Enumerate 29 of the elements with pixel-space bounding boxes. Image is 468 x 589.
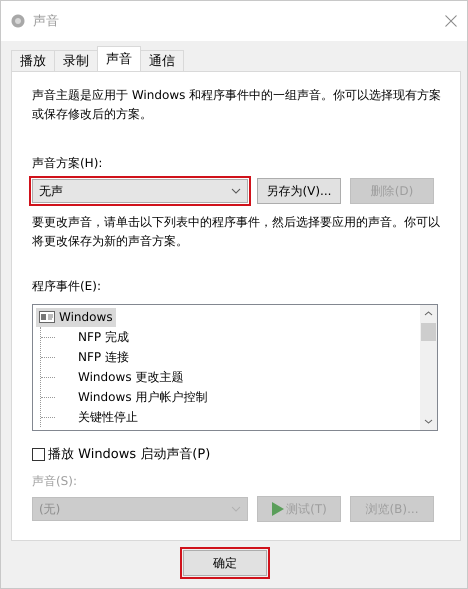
field-label: 声音(S): <box>32 473 78 490</box>
field-label: 声音方案(H): <box>32 155 104 172</box>
tree-item[interactable]: NFP 完成 <box>75 328 132 346</box>
close-icon[interactable] <box>445 15 457 27</box>
tree-item[interactable]: Windows 更改主题 <box>75 368 186 386</box>
tab[interactable]: 通信 <box>140 50 184 71</box>
tree-item[interactable]: Windows <box>36 308 116 326</box>
checkbox[interactable] <box>32 448 45 460</box>
tab[interactable]: 播放 <box>11 50 55 71</box>
description-text: 声音主题是应用于 Windows 和程序事件中的一组声音。你可以选择现有方案或保存修改后的方案。 <box>32 87 442 123</box>
play-icon <box>271 502 284 516</box>
chevron-down-icon <box>231 506 241 512</box>
tab[interactable]: 声音 <box>97 46 141 71</box>
dropdown[interactable]: 无声 <box>32 179 248 203</box>
chevron-down-icon[interactable] <box>424 419 433 424</box>
tree-item[interactable]: NFP 连接 <box>75 348 132 366</box>
tree-item[interactable]: Windows 用户帐户控制 <box>75 388 210 406</box>
ok-button[interactable]: 确定 <box>183 550 267 576</box>
chevron-down-icon <box>231 188 241 194</box>
window-title: 声音 <box>33 13 59 30</box>
checkbox-label[interactable]: 播放 Windows 启动声音(P) <box>48 445 210 463</box>
scheme-button[interactable]: 另存为(V)... <box>257 178 341 204</box>
scrollbar-thumb[interactable] <box>421 323 436 341</box>
tree-item[interactable]: 关键性停止 <box>75 408 141 426</box>
scrollbar[interactable] <box>420 305 437 430</box>
chevron-up-icon[interactable] <box>424 311 433 316</box>
field-label: 程序事件(E): <box>32 278 102 295</box>
window-icon <box>39 311 55 323</box>
instructions-text: 要更改声音，请单击以下列表中的程序事件，然后选择要应用的声音。你可以将更改保存为新的声音方案。 <box>32 214 441 250</box>
